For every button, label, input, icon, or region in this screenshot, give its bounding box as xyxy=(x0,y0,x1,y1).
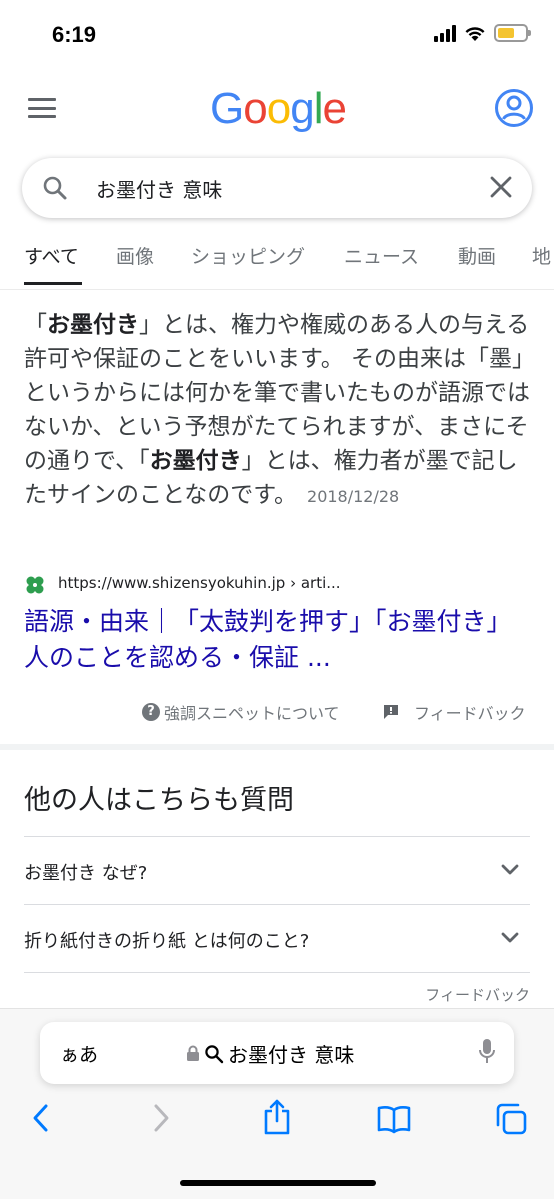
help-icon: ? xyxy=(142,703,160,721)
search-input[interactable]: お墨付き 意味 xyxy=(96,174,222,203)
book-icon[interactable] xyxy=(376,1104,412,1134)
tab-news[interactable]: ニュース xyxy=(344,242,419,269)
status-bar: 6:19 xyxy=(0,0,554,70)
chevron-right-icon[interactable] xyxy=(150,1102,172,1134)
active-tab-indicator xyxy=(24,282,82,285)
search-box[interactable]: お墨付き 意味 xyxy=(22,158,532,218)
tab-maps[interactable]: 地 xyxy=(532,242,551,269)
logo-letter: G xyxy=(210,84,244,133)
safari-toolbar xyxy=(0,1096,554,1146)
chevron-down-icon xyxy=(501,932,519,943)
about-featured-snippet-link[interactable]: ? 強調スニペットについて xyxy=(142,700,340,724)
microphone-icon[interactable] xyxy=(478,1038,496,1066)
cellular-signal-icon xyxy=(434,24,456,42)
snippet-date: 2018/12/28 xyxy=(307,487,400,506)
logo-letter: o xyxy=(243,84,268,133)
chevron-left-icon[interactable] xyxy=(30,1102,52,1134)
paa-question[interactable]: お墨付き なぜ? xyxy=(24,836,530,904)
search-icon xyxy=(205,1044,224,1063)
battery-level xyxy=(498,28,514,38)
tab-all[interactable]: すべて xyxy=(24,242,79,269)
wifi-icon xyxy=(465,26,485,41)
close-icon[interactable] xyxy=(488,174,514,200)
share-icon[interactable] xyxy=(262,1098,292,1136)
account-circle-icon[interactable] xyxy=(494,88,534,128)
snippet-feedback-link[interactable]: フィードバック xyxy=(382,700,526,724)
reader-aa-button[interactable]: ぁあ xyxy=(60,1040,98,1067)
result-url[interactable]: https://www.shizensyokuhin.jp › arti... xyxy=(58,574,341,592)
lock-icon xyxy=(187,1045,199,1061)
tab-videos[interactable]: 動画 xyxy=(458,242,496,269)
highlight-term: お墨付き xyxy=(149,448,242,474)
logo-letter: e xyxy=(322,84,347,133)
address-display[interactable]: お墨付き 意味 xyxy=(186,1039,354,1068)
section-divider xyxy=(0,744,554,750)
battery-icon xyxy=(494,24,531,42)
home-indicator xyxy=(180,1180,376,1186)
result-source[interactable]: https://www.shizensyokuhin.jp › arti... xyxy=(24,572,534,598)
tab-images[interactable]: 画像 xyxy=(116,242,154,269)
feedback-label: フィードバック xyxy=(414,704,526,723)
people-also-ask-title: 他の人はこちらも質問 xyxy=(24,785,294,816)
feedback-icon xyxy=(384,705,398,719)
chevron-down-icon xyxy=(501,864,519,875)
featured-snippet-text: 「お墨付き」とは、権力や権威のある人の与える許可や保証のことをいいます。 その由… xyxy=(24,312,530,508)
tab-shopping[interactable]: ショッピング xyxy=(191,242,305,269)
snippet-actions: ? 強調スニペットについて フィードバック xyxy=(0,700,554,726)
search-tabs: すべて 画像 ショッピング ニュース 動画 地 xyxy=(0,238,554,290)
highlight-term: お墨付き xyxy=(47,312,139,338)
logo-letter: g xyxy=(290,84,315,133)
paa-question-text: 折り紙付きの折り紙 とは何のこと? xyxy=(24,931,310,952)
paa-feedback-link[interactable]: フィードバック xyxy=(425,984,530,1005)
result-title-link[interactable]: 語源・由来｜「太鼓判を押す」「お墨付き」 人のことを認める・保証 ... xyxy=(24,604,534,676)
address-text: お墨付き 意味 xyxy=(228,1043,355,1067)
address-bar[interactable]: ぁあ お墨付き 意味 xyxy=(40,1022,514,1084)
paa-question-text: お墨付き なぜ? xyxy=(24,863,148,884)
paa-question[interactable]: 折り紙付きの折り紙 とは何のこと? xyxy=(24,904,530,972)
clover-favicon-icon xyxy=(26,576,44,594)
paa-bottom-border xyxy=(24,972,530,973)
status-icons xyxy=(434,24,531,42)
status-time: 6:19 xyxy=(52,22,97,47)
google-header: Google xyxy=(0,78,554,138)
tabs-icon[interactable] xyxy=(494,1102,528,1136)
logo-letter: o xyxy=(266,84,292,133)
google-logo[interactable]: Google xyxy=(210,84,347,134)
search-icon[interactable] xyxy=(42,175,68,201)
about-snippet-label: 強調スニペットについて xyxy=(164,704,340,723)
hamburger-menu-icon[interactable] xyxy=(28,98,56,118)
